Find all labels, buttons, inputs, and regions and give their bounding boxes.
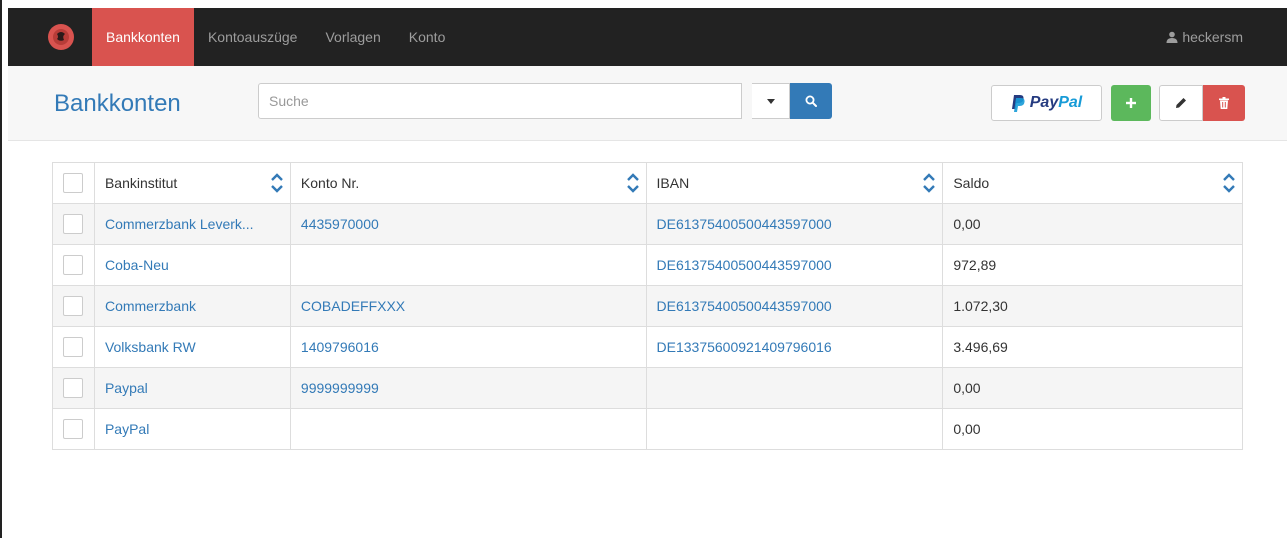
- cell-iban[interactable]: DE13375600921409796016: [645, 326, 944, 368]
- column-header-saldo[interactable]: Saldo: [942, 162, 1243, 204]
- row-checkbox[interactable]: [63, 296, 84, 316]
- cell-bankinstitut[interactable]: Commerzbank: [93, 285, 291, 327]
- sort-icon[interactable]: [922, 172, 936, 194]
- row-checkbox[interactable]: [63, 337, 84, 357]
- nav-item-bankkonten[interactable]: Bankkonten: [92, 8, 194, 66]
- select-all-checkbox[interactable]: [63, 173, 84, 193]
- row-select-cell: [52, 326, 95, 368]
- cell-bankinstitut[interactable]: Coba-Neu: [93, 244, 291, 286]
- column-header-label: Saldo: [953, 175, 990, 191]
- paypal-button[interactable]: PayPal: [991, 85, 1102, 121]
- pencil-icon: [1176, 98, 1186, 108]
- paypal-label-pay: Pay: [1029, 94, 1059, 111]
- row-checkbox[interactable]: [63, 214, 84, 234]
- cell-saldo: 1.072,30: [942, 285, 1243, 327]
- table-row[interactable]: PayPal 0,00: [52, 408, 1243, 450]
- row-select-cell: [52, 408, 95, 450]
- top-navbar: Bankkonten Kontoauszüge Vorlagen Konto h…: [8, 8, 1287, 66]
- cell-bankinstitut[interactable]: Volksbank RW: [93, 326, 291, 368]
- page-header: Bankkonten PayPal: [8, 66, 1287, 141]
- cell-saldo: 972,89: [942, 244, 1243, 286]
- search-button[interactable]: [790, 83, 832, 119]
- paypal-label-pal: Pal: [1058, 94, 1083, 111]
- cell-bankinstitut[interactable]: Paypal: [93, 367, 291, 409]
- nav-item-label: Kontoauszüge: [207, 29, 298, 45]
- cell-bankinstitut[interactable]: PayPal: [93, 408, 291, 450]
- row-select-cell: [52, 244, 95, 286]
- nav-item-kontoauszuege[interactable]: Kontoauszüge: [194, 8, 312, 66]
- nav-item-label: Bankkonten: [106, 29, 180, 45]
- row-checkbox[interactable]: [63, 255, 84, 275]
- sort-icon[interactable]: [270, 172, 284, 194]
- trash-icon: [1219, 97, 1229, 109]
- cell-saldo: 3.496,69: [942, 326, 1243, 368]
- cell-konto-nr[interactable]: 1409796016: [289, 326, 647, 368]
- column-header-label: Konto Nr.: [300, 175, 360, 191]
- nav-item-konto[interactable]: Konto: [395, 8, 460, 66]
- cell-iban[interactable]: DE61375400500443597000: [645, 285, 944, 327]
- cell-iban[interactable]: DE61375400500443597000: [645, 244, 944, 286]
- search-filter-dropdown-button[interactable]: [752, 83, 790, 119]
- row-checkbox[interactable]: [63, 419, 84, 439]
- nav-item-vorlagen[interactable]: Vorlagen: [311, 8, 394, 66]
- column-header-bankinstitut[interactable]: Bankinstitut: [93, 162, 291, 204]
- paypal-logo-icon: [1011, 94, 1025, 112]
- delete-button[interactable]: [1203, 85, 1245, 121]
- column-header-iban[interactable]: IBAN: [645, 162, 944, 204]
- page-title: Bankkonten: [54, 90, 181, 117]
- column-header-label: IBAN: [656, 175, 690, 191]
- cell-saldo: 0,00: [942, 203, 1243, 245]
- row-select-cell: [52, 285, 95, 327]
- cell-konto-nr[interactable]: [289, 408, 647, 450]
- cell-saldo: 0,00: [942, 367, 1243, 409]
- nav-item-label: Konto: [408, 29, 446, 45]
- user-icon: [1166, 31, 1178, 43]
- sort-icon[interactable]: [626, 172, 640, 194]
- row-select-cell: [52, 203, 95, 245]
- table-row[interactable]: Commerzbank COBADEFFXXX DE61375400500443…: [52, 285, 1243, 327]
- username: heckersm: [1182, 29, 1243, 45]
- cell-saldo: 0,00: [942, 408, 1243, 450]
- user-menu[interactable]: heckersm: [1166, 29, 1243, 45]
- table-row[interactable]: Commerzbank Leverk... 4435970000 DE61375…: [52, 203, 1243, 245]
- edit-button[interactable]: [1159, 85, 1203, 121]
- table-row[interactable]: Volksbank RW 1409796016 DE13375600921409…: [52, 326, 1243, 368]
- cell-konto-nr[interactable]: [289, 244, 647, 286]
- sort-icon[interactable]: [1222, 172, 1236, 194]
- cell-konto-nr[interactable]: COBADEFFXXX: [289, 285, 647, 327]
- plus-icon: [1126, 98, 1136, 108]
- add-button[interactable]: [1111, 85, 1151, 121]
- select-all-cell: [52, 162, 95, 204]
- column-header-label: Bankinstitut: [104, 175, 178, 191]
- cell-bankinstitut[interactable]: Commerzbank Leverk...: [93, 203, 291, 245]
- cell-konto-nr[interactable]: 9999999999: [289, 367, 647, 409]
- bank-accounts-table: Bankinstitut Konto Nr. IBAN Saldo Commer…: [52, 162, 1243, 450]
- search-input[interactable]: [258, 83, 742, 119]
- cell-konto-nr[interactable]: 4435970000: [289, 203, 647, 245]
- cell-iban[interactable]: [645, 408, 944, 450]
- table-row[interactable]: Paypal 9999999999 0,00: [52, 367, 1243, 409]
- cell-iban[interactable]: [645, 367, 944, 409]
- app-logo-icon[interactable]: [48, 24, 74, 50]
- table-row[interactable]: Coba-Neu DE61375400500443597000 972,89: [52, 244, 1243, 286]
- row-checkbox[interactable]: [63, 378, 84, 398]
- window-edge: [0, 0, 2, 538]
- cell-iban[interactable]: DE61375400500443597000: [645, 203, 944, 245]
- caret-down-icon: [766, 98, 775, 104]
- row-select-cell: [52, 367, 95, 409]
- table-header-row: Bankinstitut Konto Nr. IBAN Saldo: [52, 162, 1243, 204]
- column-header-konto-nr[interactable]: Konto Nr.: [289, 162, 647, 204]
- search-icon: [805, 95, 817, 107]
- nav-item-label: Vorlagen: [325, 29, 381, 45]
